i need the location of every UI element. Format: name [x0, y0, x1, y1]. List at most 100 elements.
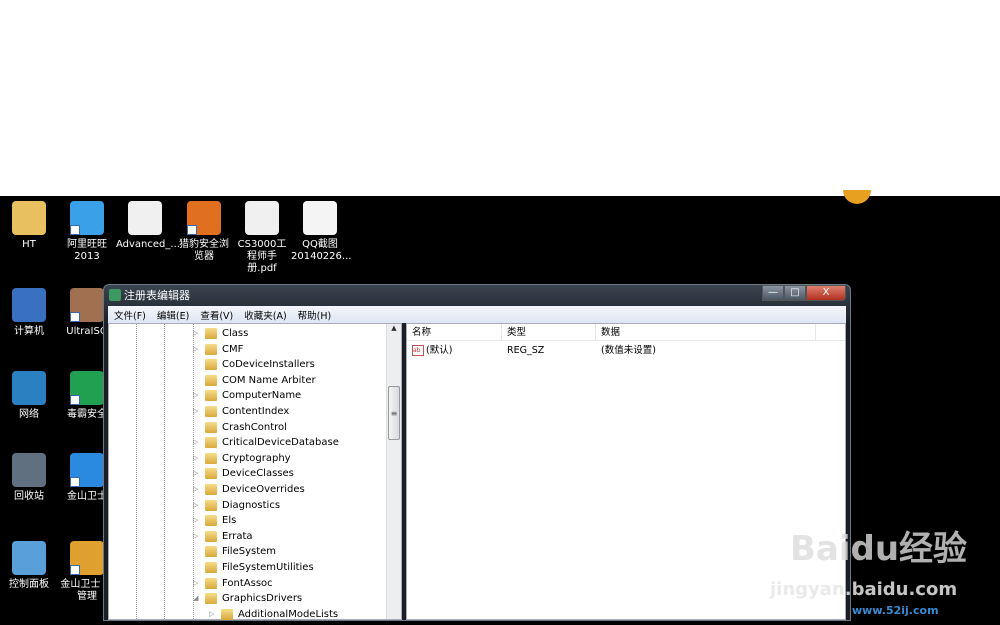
- close-button[interactable]: X: [806, 285, 846, 301]
- desktop-icon[interactable]: 计算机: [0, 288, 58, 338]
- tree-item[interactable]: ▷ Cryptography: [193, 451, 291, 466]
- watermark-site: www.52ij.com: [852, 604, 939, 617]
- shortcut-arrow-icon: [70, 395, 80, 405]
- desktop-icon-image: [70, 201, 104, 235]
- column-header-name[interactable]: 名称: [407, 324, 502, 340]
- tree-item[interactable]: ◢ GraphicsDrivers: [193, 591, 302, 606]
- folder-icon: [205, 390, 217, 402]
- shortcut-arrow-icon: [70, 312, 80, 322]
- tree-item[interactable]: ▷ AdditionalModeLists: [209, 607, 338, 622]
- desktop-icon[interactable]: HT: [0, 201, 58, 251]
- folder-icon: [205, 437, 217, 449]
- string-value-icon: ab: [412, 345, 424, 356]
- column-header-type[interactable]: 类型: [502, 324, 596, 340]
- expand-arrow-icon[interactable]: ▷: [193, 342, 201, 357]
- desktop-icon-image: [70, 288, 104, 322]
- folder-icon: [205, 499, 217, 511]
- value-row[interactable]: ab (默认) REG_SZ (数值未设置): [407, 343, 845, 359]
- tree-item[interactable]: CoDeviceInstallers: [193, 357, 315, 372]
- expand-arrow-icon[interactable]: ▷: [193, 451, 201, 466]
- tree-item[interactable]: ▷ Class: [193, 326, 248, 341]
- menu-edit[interactable]: 编辑(E): [157, 308, 189, 322]
- tree-item[interactable]: FileSystem: [193, 544, 276, 559]
- desktop-icon-label: QQ截图 20140226...: [291, 239, 352, 262]
- desktop-icon-label: HT: [22, 239, 36, 250]
- expand-arrow-icon[interactable]: ▷: [209, 607, 217, 622]
- values-pane: 名称 类型 数据 ab (默认) REG_SZ (数值未设置): [406, 323, 846, 620]
- minimize-button[interactable]: —: [762, 285, 784, 301]
- expand-arrow-icon[interactable]: ▷: [193, 498, 201, 513]
- folder-icon: [205, 515, 217, 527]
- desktop-icon-image: [12, 371, 46, 405]
- title-bar[interactable]: 注册表编辑器 — □ X: [104, 285, 850, 306]
- expand-arrow-icon[interactable]: ▷: [193, 388, 201, 403]
- expand-arrow-icon[interactable]: ▷: [193, 513, 201, 528]
- scroll-thumb[interactable]: ≡: [388, 386, 400, 440]
- tree-item-label: CMF: [222, 343, 244, 355]
- tree-scrollbar[interactable]: ▲ ≡: [386, 324, 401, 619]
- tree-item[interactable]: ▷ DeviceOverrides: [193, 482, 305, 497]
- desktop-icon-image: [128, 201, 162, 235]
- tree-item[interactable]: ▷ Els: [193, 513, 236, 528]
- registry-editor-window: 注册表编辑器 — □ X 文件(F) 编辑(E) 查看(V) 收藏夹(A) 帮助…: [103, 284, 851, 621]
- folder-icon: [205, 406, 217, 417]
- desktop-icon-image: [187, 201, 221, 235]
- expand-arrow-icon[interactable]: ▷: [193, 529, 201, 544]
- tree-item[interactable]: FileSystemUtilities: [193, 560, 314, 575]
- expand-arrow-icon[interactable]: ▷: [193, 404, 201, 419]
- desktop-icon-image: [303, 201, 337, 235]
- desktop-icon[interactable]: CS3000工程师手册.pdf: [233, 201, 291, 275]
- desktop-icon[interactable]: 网络: [0, 371, 58, 421]
- tree-item[interactable]: ▷ Errata: [193, 529, 253, 544]
- menu-help[interactable]: 帮助(H): [298, 308, 332, 322]
- expand-arrow-icon[interactable]: ▷: [193, 466, 201, 481]
- tree-item[interactable]: ▷ CMF: [193, 342, 243, 357]
- tree-item[interactable]: ▷ ContentIndex: [193, 404, 289, 419]
- value-type: REG_SZ: [507, 345, 545, 356]
- tree-item-label: CoDeviceInstallers: [222, 359, 315, 371]
- desktop-icon-label: 猎豹安全浏览器: [179, 239, 229, 262]
- tree-item-label: Cryptography: [222, 452, 291, 464]
- tree-item-label: Diagnostics: [222, 499, 281, 511]
- tree-item-label: DeviceClasses: [222, 468, 294, 480]
- expand-arrow-icon[interactable]: ▷: [193, 435, 201, 450]
- maximize-button[interactable]: □: [784, 285, 806, 301]
- expand-arrow-icon[interactable]: ▷: [193, 482, 201, 497]
- tree-item[interactable]: ▷ CriticalDeviceDatabase: [193, 435, 339, 450]
- scroll-up-arrow-icon[interactable]: ▲: [387, 324, 401, 332]
- tree-item[interactable]: ▷ DeviceClasses: [193, 466, 294, 481]
- folder-icon: [205, 484, 217, 495]
- tree-item-label: AdditionalModeLists: [238, 608, 339, 620]
- desktop-icon-image: [245, 201, 279, 235]
- tree-item[interactable]: ▷ ComputerName: [193, 388, 301, 403]
- tree-item[interactable]: ▷ FontAssoc: [193, 576, 273, 591]
- regedit-app-icon: [109, 289, 121, 301]
- expand-arrow-icon[interactable]: ▷: [193, 326, 201, 341]
- shortcut-arrow-icon: [70, 477, 80, 487]
- tree-item-label: COM Name Arbiter: [222, 374, 316, 386]
- expand-arrow-icon[interactable]: ◢: [193, 591, 201, 606]
- menu-view[interactable]: 查看(V): [200, 308, 233, 322]
- desktop-icon[interactable]: 回收站: [0, 453, 58, 503]
- watermark-url: jingyan.baidu.com: [770, 579, 958, 600]
- key-tree: ▷ Class ▷ CMF CoDeviceInstallers COM Name Arb…: [108, 323, 402, 620]
- tree-item-label: Els: [222, 515, 237, 527]
- tree-item[interactable]: COM Name Arbiter: [193, 373, 316, 388]
- folder-icon: [205, 374, 217, 386]
- shortcut-arrow-icon: [70, 225, 80, 235]
- desktop-icon[interactable]: 猎豹安全浏览器: [175, 201, 233, 263]
- desktop-icon-image: [70, 541, 104, 575]
- menu-file[interactable]: 文件(F): [114, 308, 146, 322]
- desktop-icon[interactable]: QQ截图 20140226...: [291, 201, 352, 263]
- tree-item-label: Class: [222, 328, 249, 339]
- column-header-data[interactable]: 数据: [596, 324, 816, 340]
- tree-item[interactable]: CrashControl: [193, 420, 287, 435]
- folder-icon: [205, 328, 217, 339]
- menu-favorites[interactable]: 收藏夹(A): [244, 308, 286, 322]
- desktop-icon[interactable]: Advanced_...: [116, 201, 180, 251]
- desktop-icon[interactable]: 控制面板: [0, 541, 58, 591]
- desktop-icon[interactable]: 阿里旺旺 2013: [58, 201, 116, 263]
- tree-item-label: Errata: [222, 530, 253, 542]
- tree-item[interactable]: ▷ Diagnostics: [193, 498, 280, 513]
- expand-arrow-icon[interactable]: ▷: [193, 576, 201, 591]
